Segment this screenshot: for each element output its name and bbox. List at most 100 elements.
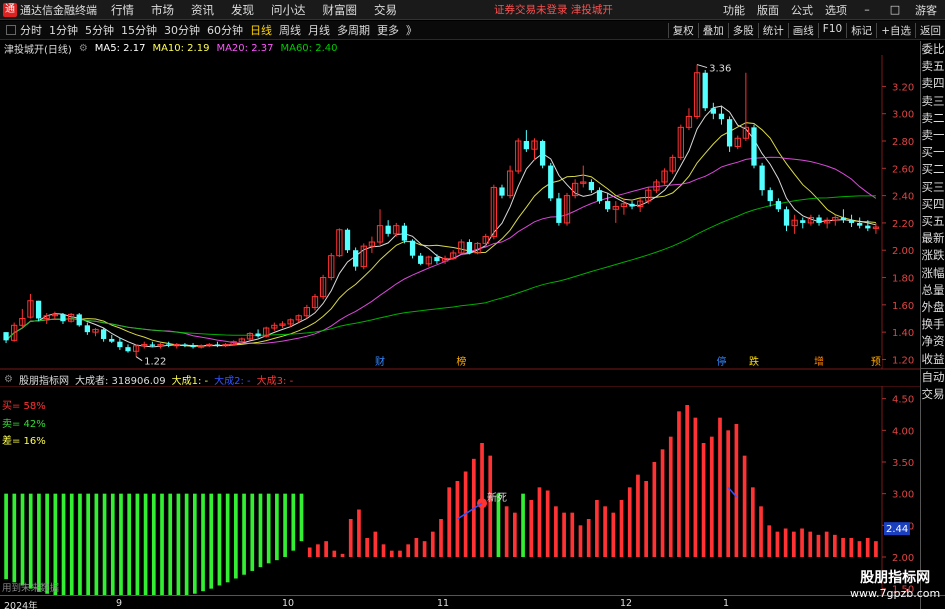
candle: [531, 138, 538, 161]
panel-toggle-icon[interactable]: [6, 25, 16, 35]
sidebar-item-2[interactable]: 卖四: [921, 75, 945, 92]
period-5min[interactable]: 5分钟: [85, 22, 114, 38]
menu-ask[interactable]: 问小达: [271, 2, 306, 18]
ma5-label: MA5: 2.17: [94, 42, 146, 54]
menu-wealth[interactable]: 财富圈: [323, 2, 358, 18]
period-monthly[interactable]: 月线: [308, 22, 330, 38]
period-weekly[interactable]: 周线: [279, 22, 301, 38]
ind-settings-icon[interactable]: ⚙: [4, 374, 13, 385]
menu-trade[interactable]: 交易: [374, 2, 397, 18]
period-multi[interactable]: 多周期: [337, 22, 370, 38]
ind-tick-label: 3.50: [892, 458, 914, 469]
sidebar-item-4[interactable]: 卖二: [921, 110, 945, 127]
indicator-bar: [389, 550, 394, 557]
candle-body: [767, 190, 773, 202]
settings-gear-icon[interactable]: ⚙: [79, 43, 88, 54]
minimize-icon[interactable]: –: [859, 3, 875, 16]
indicator-bar: [119, 493, 123, 595]
tool-multistock[interactable]: 多股: [727, 22, 758, 38]
candle-body: [166, 344, 172, 346]
sidebar-item-7[interactable]: 买二: [921, 161, 945, 178]
indicator-chart[interactable]: 4.504.003.503.002.502.001.50新死2.44: [0, 386, 945, 595]
sidebar-item-17[interactable]: 净资: [921, 333, 945, 350]
menu-market[interactable]: 市场: [151, 2, 174, 18]
menu-function[interactable]: 功能: [723, 2, 745, 18]
candle: [271, 322, 278, 331]
candle-body: [783, 209, 790, 226]
candle-body: [588, 181, 595, 191]
more-arrow-icon[interactable]: 》: [406, 22, 417, 38]
tool-draw[interactable]: 画线: [787, 22, 818, 38]
period-1min[interactable]: 1分钟: [49, 22, 78, 38]
indicator-bar: [209, 493, 214, 589]
candle: [661, 168, 668, 185]
sidebar-item-9[interactable]: 买四: [921, 196, 945, 213]
sidebar-item-10[interactable]: 买五: [921, 213, 945, 230]
candle: [832, 214, 839, 226]
menu-layout[interactable]: 版面: [757, 2, 779, 18]
sidebar-item-16[interactable]: 换手: [921, 316, 945, 333]
sidebar-item-6[interactable]: 买一: [921, 144, 945, 161]
tool-mark[interactable]: 标记: [846, 22, 876, 38]
period-tick[interactable]: 分时: [20, 22, 42, 38]
indicator-bar: [4, 493, 8, 580]
tool-back[interactable]: 返回: [915, 22, 945, 38]
sidebar-item-18[interactable]: 收益: [921, 351, 945, 368]
sidebar-item-12[interactable]: 涨跌: [921, 247, 945, 264]
indicator-bar: [20, 493, 25, 586]
ind-tick-label: 4.50: [892, 395, 914, 406]
menu-news[interactable]: 资讯: [191, 2, 214, 18]
sidebar-item-15[interactable]: 外盘: [921, 299, 945, 316]
tool-f10[interactable]: F10: [817, 22, 846, 38]
candle: [255, 329, 261, 338]
sidebar-item-19[interactable]: 自动: [921, 367, 945, 386]
sidebar-item-8[interactable]: 买三: [921, 179, 945, 196]
candlestick-chart[interactable]: 3.20 3.00 2.80 2.60 2.40 2.20 2.00 1.80 1.60 1.40…: [0, 55, 945, 370]
price-tick-label: 1.80: [892, 274, 914, 285]
candle: [246, 332, 254, 341]
ma20-label: MA20: 2.37: [216, 42, 274, 54]
period-60min[interactable]: 60分钟: [207, 22, 243, 38]
menu-options[interactable]: 选项: [825, 2, 847, 18]
indicator-bar: [603, 506, 607, 557]
sidebar-item-5[interactable]: 卖一: [921, 127, 945, 144]
sidebar-item-1[interactable]: 卖五: [921, 58, 945, 75]
candle: [548, 162, 554, 202]
menu-formula[interactable]: 公式: [791, 2, 813, 18]
candle-body: [182, 344, 188, 346]
period-daily[interactable]: 日线: [250, 22, 272, 38]
candle: [425, 255, 432, 267]
sidebar-item-11[interactable]: 最新: [921, 230, 945, 247]
sidebar-item-0[interactable]: 委比: [921, 41, 945, 58]
menu-discover[interactable]: 发现: [231, 2, 254, 18]
period-30min[interactable]: 30分钟: [164, 22, 200, 38]
period-15min[interactable]: 15分钟: [121, 22, 157, 38]
login-notice[interactable]: 证券交易未登录 津投城开: [494, 2, 613, 17]
indicator-bar: [332, 550, 337, 557]
tool-adjust[interactable]: 复权: [667, 22, 698, 38]
candle: [499, 184, 505, 199]
ind-tick-label: 2.00: [892, 553, 914, 564]
sidebar-item-14[interactable]: 总量: [921, 282, 945, 299]
period-more[interactable]: 更多: [377, 22, 399, 38]
tool-add-favorite[interactable]: +自选: [876, 22, 915, 38]
sidebar-item-3[interactable]: 卖三: [921, 93, 945, 110]
guest-label[interactable]: 游客: [915, 2, 937, 18]
indicator-bar: [127, 493, 132, 595]
candle: [791, 214, 798, 234]
tool-overlay[interactable]: 叠加: [697, 22, 728, 38]
indicator-bar: [767, 525, 772, 557]
sidebar-item-13[interactable]: 涨幅: [921, 265, 945, 282]
price-tick-label: 2.60: [892, 164, 914, 175]
candle-body: [385, 225, 391, 234]
indicator-bar: [414, 538, 419, 557]
menu-quotes[interactable]: 行情: [111, 2, 134, 18]
indicator-bar: [865, 538, 870, 557]
indicator-bar: [110, 493, 115, 595]
date-label-11: 11: [437, 598, 450, 609]
restore-icon[interactable]: □: [887, 3, 903, 16]
candle: [125, 344, 131, 353]
indicator-bar: [381, 544, 386, 557]
sidebar-item-20[interactable]: 交易: [921, 386, 945, 403]
tool-stats[interactable]: 统计: [757, 22, 788, 38]
